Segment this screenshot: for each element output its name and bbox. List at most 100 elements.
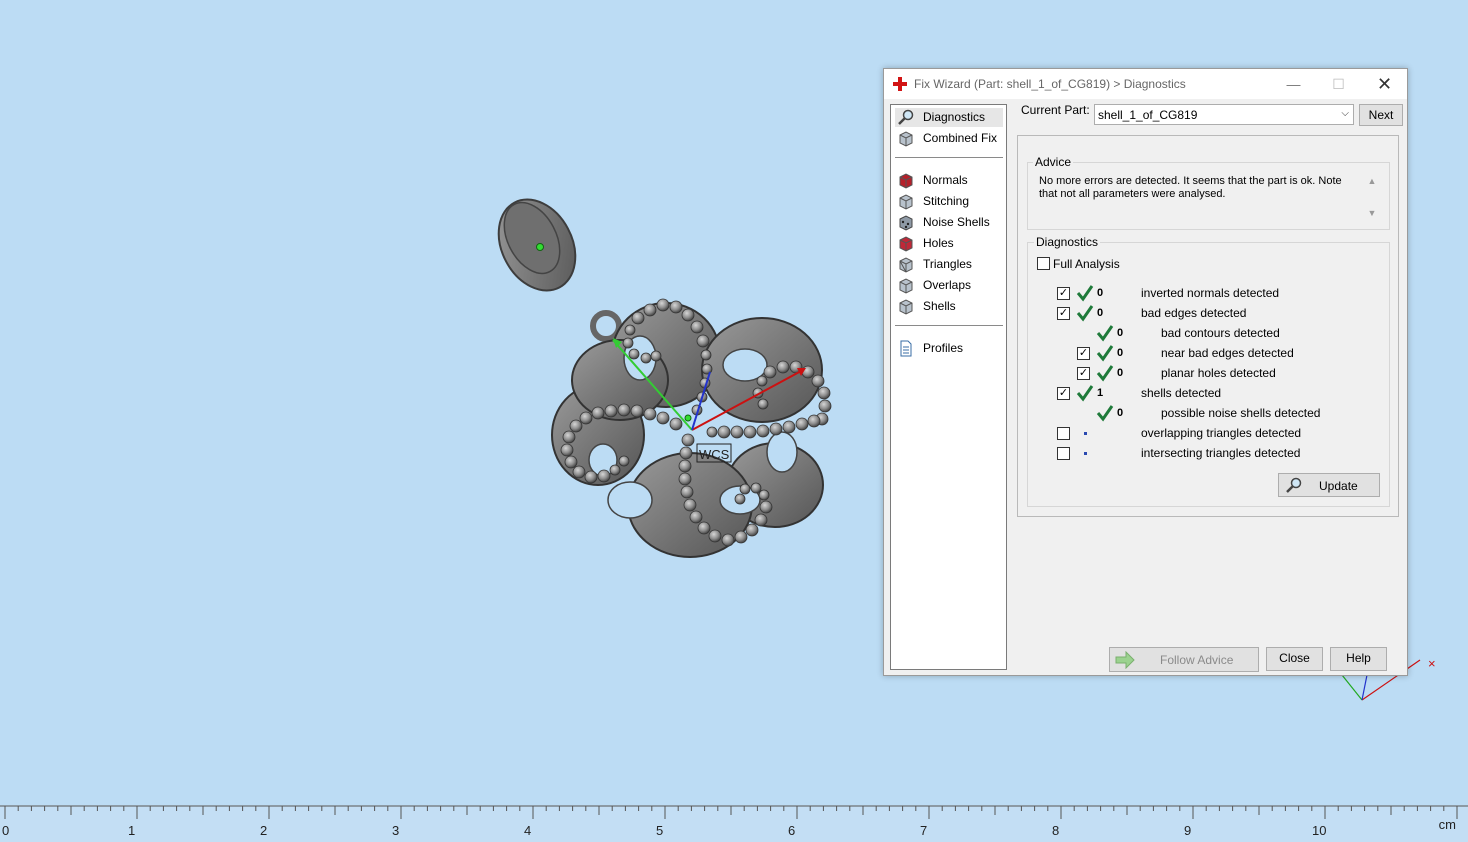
close-window-button[interactable]: ✕ <box>1362 69 1407 99</box>
stitching-cube-icon <box>899 194 913 210</box>
planar-holes-count: 0 <box>1117 367 1124 379</box>
ruler-unit: cm <box>1438 817 1456 832</box>
near-bad-edges-count: 0 <box>1117 347 1124 359</box>
nav-item-triangles[interactable]: Triangles <box>895 255 1003 274</box>
status-dot-icon <box>1084 432 1087 435</box>
noise-shells-label: possible noise shells detected <box>1161 406 1321 420</box>
nav-item-label: Profiles <box>923 341 964 355</box>
nav-separator <box>895 157 1003 158</box>
nav-item-shells[interactable]: Shells <box>895 297 1003 316</box>
document-icon <box>900 340 912 357</box>
measurement-ruler: 0 1 2 3 4 5 6 7 8 9 10 cm <box>0 805 1468 842</box>
check-mark-icon <box>1076 305 1094 322</box>
noise-shells-count: 0 <box>1117 407 1124 419</box>
ruler-label-10: 10 <box>1312 823 1327 838</box>
bail-ring-model[interactable] <box>484 186 591 304</box>
overlaps-cube-icon <box>899 278 913 294</box>
nav-item-diagnostics[interactable]: Diagnostics <box>895 108 1003 127</box>
ruler-label-4: 4 <box>524 823 532 838</box>
help-button[interactable]: Help <box>1330 647 1387 671</box>
follow-advice-button[interactable]: Follow Advice <box>1109 647 1259 672</box>
check-mark-icon <box>1096 365 1114 382</box>
inverted-normals-count: 0 <box>1097 287 1104 299</box>
magnifier-icon <box>1286 477 1302 493</box>
update-button[interactable]: Update <box>1278 473 1380 497</box>
status-dot-icon <box>1084 452 1087 455</box>
bad-edges-count: 0 <box>1097 307 1104 319</box>
svg-text:×: × <box>1428 656 1436 671</box>
nav-item-label: Noise Shells <box>923 215 990 229</box>
advice-scrollbar[interactable]: ▲ ▼ <box>1366 174 1378 222</box>
nav-item-label: Combined Fix <box>923 131 998 145</box>
near-bad-edges-checkbox[interactable]: ✓ <box>1077 347 1090 360</box>
triangles-cube-icon <box>899 257 913 273</box>
planar-holes-checkbox[interactable]: ✓ <box>1077 367 1090 380</box>
arrow-right-icon <box>1115 651 1135 669</box>
scroll-down-icon[interactable]: ▼ <box>1366 208 1378 218</box>
overlapping-triangles-label: overlapping triangles detected <box>1141 426 1302 440</box>
shells-count: 1 <box>1097 387 1104 399</box>
check-mark-icon <box>1076 385 1094 402</box>
ruler-label-7: 7 <box>920 823 928 838</box>
nav-item-profiles[interactable]: Profiles <box>895 339 1003 358</box>
scroll-up-icon[interactable]: ▲ <box>1366 176 1378 186</box>
intersecting-triangles-label: intersecting triangles detected <box>1141 446 1301 460</box>
ruler-label-9: 9 <box>1184 823 1192 838</box>
advice-title: Advice <box>1033 155 1074 169</box>
wizard-nav-panel: Diagnostics Combined Fix Normals Stitchi… <box>890 104 1007 670</box>
shells-cube-icon <box>899 299 913 315</box>
check-mark-icon <box>1096 345 1114 362</box>
next-button[interactable]: Next <box>1359 104 1403 126</box>
holes-cube-icon <box>899 236 913 252</box>
bad-edges-checkbox[interactable]: ✓ <box>1057 307 1070 320</box>
inverted-normals-checkbox[interactable]: ✓ <box>1057 287 1070 300</box>
update-button-label: Update <box>1319 479 1358 493</box>
intersecting-triangles-checkbox[interactable] <box>1057 447 1070 460</box>
normals-cube-icon <box>899 173 913 189</box>
near-bad-edges-label: near bad edges detected <box>1161 346 1294 360</box>
planar-holes-label: planar holes detected <box>1161 366 1276 380</box>
nav-item-holes[interactable]: Holes <box>895 234 1003 253</box>
nav-item-stitching[interactable]: Stitching <box>895 192 1003 211</box>
nav-item-label: Normals <box>923 173 968 187</box>
nav-item-label: Overlaps <box>923 278 972 292</box>
current-part-value: shell_1_of_CG819 <box>1098 108 1198 122</box>
nav-item-label: Stitching <box>923 194 970 208</box>
current-part-label: Current Part: <box>1021 103 1090 117</box>
nav-item-combined-fix[interactable]: Combined Fix <box>895 129 1003 148</box>
ruler-label-0: 0 <box>2 823 10 838</box>
red-cross-app-icon <box>893 77 907 91</box>
nav-item-normals[interactable]: Normals <box>895 171 1003 190</box>
magnifier-icon <box>898 109 914 125</box>
bad-contours-count: 0 <box>1117 327 1124 339</box>
full-analysis-checkbox[interactable] <box>1037 257 1050 270</box>
check-mark-icon <box>1096 325 1114 342</box>
diagnostics-title: Diagnostics <box>1034 235 1101 249</box>
bad-contours-label: bad contours detected <box>1161 326 1280 340</box>
dialog-titlebar[interactable]: Fix Wizard (Part: shell_1_of_CG819) > Di… <box>884 69 1407 99</box>
shells-checkbox[interactable]: ✓ <box>1057 387 1070 400</box>
ruler-label-8: 8 <box>1052 823 1060 838</box>
ruler-label-1: 1 <box>128 823 136 838</box>
nav-item-noise-shells[interactable]: Noise Shells <box>895 213 1003 232</box>
follow-advice-label: Follow Advice <box>1160 653 1234 667</box>
nav-item-label: Shells <box>923 299 956 313</box>
current-part-select[interactable]: shell_1_of_CG819 ⌵ <box>1094 104 1354 125</box>
overlapping-triangles-checkbox[interactable] <box>1057 427 1070 440</box>
fix-wizard-dialog: Fix Wizard (Part: shell_1_of_CG819) > Di… <box>883 68 1408 676</box>
nav-item-label: Diagnostics <box>923 110 986 124</box>
nav-separator <box>895 325 1003 326</box>
cube-icon <box>899 131 913 147</box>
shells-label: shells detected <box>1141 386 1222 400</box>
minimize-button[interactable]: — <box>1271 69 1316 99</box>
check-mark-icon <box>1096 405 1114 422</box>
nav-item-label: Triangles <box>923 257 972 271</box>
noise-shells-icon <box>899 215 913 231</box>
maximize-button[interactable]: ☐ <box>1316 69 1361 99</box>
ruler-label-2: 2 <box>260 823 268 838</box>
close-button[interactable]: Close <box>1266 647 1323 671</box>
ruler-label-5: 5 <box>656 823 664 838</box>
full-analysis-label: Full Analysis <box>1053 257 1120 271</box>
nav-item-overlaps[interactable]: Overlaps <box>895 276 1003 295</box>
inverted-normals-label: inverted normals detected <box>1141 286 1280 300</box>
